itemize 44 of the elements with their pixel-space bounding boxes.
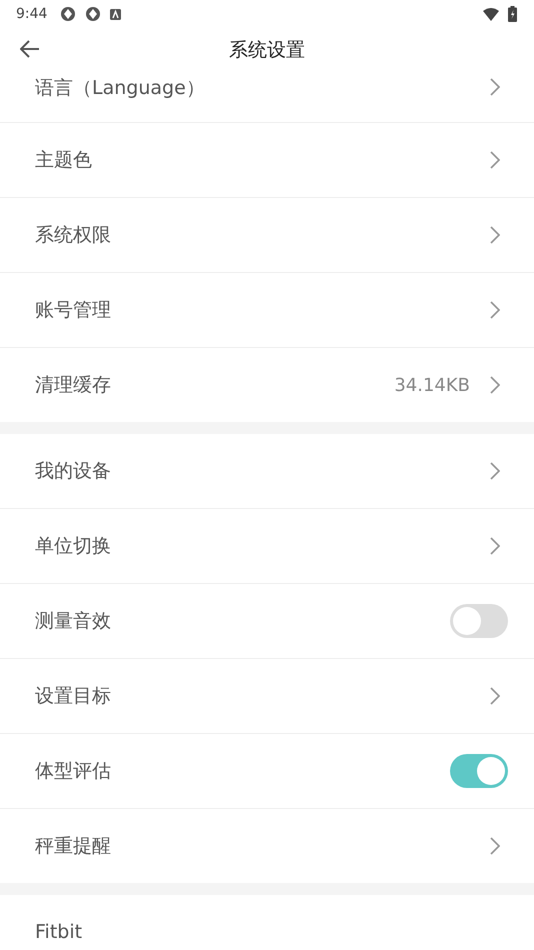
toggle-switch[interactable] (450, 604, 508, 638)
settings-row[interactable]: 测量音效 (0, 584, 534, 659)
settings-row[interactable]: Fitbit (0, 895, 534, 950)
cache-size: 34.14KB (394, 374, 470, 396)
battery-icon (508, 6, 517, 22)
chevron-icon (490, 78, 500, 96)
chevron-icon (490, 226, 500, 244)
page-title: 系统设置 (229, 38, 305, 63)
aperture-icon (85, 6, 102, 22)
settings-row[interactable]: 单位切换 (0, 509, 534, 584)
aperture-icon (60, 6, 76, 22)
notification-icon (110, 8, 122, 20)
row-label: 系统权限 (35, 223, 112, 248)
settings-row[interactable]: 体型评估 (0, 734, 534, 809)
row-label: 测量音效 (35, 609, 112, 634)
back-button[interactable] (20, 40, 40, 58)
settings-row[interactable]: 账号管理 (0, 273, 534, 348)
row-label: 主题色 (35, 148, 93, 173)
chevron-icon (490, 687, 500, 705)
chevron-icon (490, 537, 500, 555)
row-label: 体型评估 (35, 759, 112, 784)
chevron-icon (490, 301, 500, 319)
row-label: 我的设备 (35, 459, 112, 484)
row-label: 设置目标 (35, 684, 112, 709)
row-label: 清理缓存 (35, 373, 112, 398)
settings-row[interactable]: 系统权限 (0, 198, 534, 273)
settings-row[interactable]: 语言（Language） (0, 72, 534, 123)
status-time: 9:44 (16, 6, 48, 22)
settings-row[interactable]: 设置目标 (0, 659, 534, 734)
row-label: 账号管理 (35, 298, 112, 323)
settings-row[interactable]: 我的设备 (0, 434, 534, 509)
settings-row[interactable]: 清理缓存 34.14KB (0, 348, 534, 422)
chevron-icon (490, 837, 500, 855)
chevron-icon (490, 151, 500, 169)
chevron-icon (490, 462, 500, 480)
row-label: Fitbit (35, 921, 84, 943)
toggle-switch[interactable] (450, 754, 508, 788)
chevron-icon (490, 376, 500, 394)
row-label: 语言（Language） (35, 76, 206, 101)
settings-row[interactable]: 主题色 (0, 123, 534, 198)
row-label: 单位切换 (35, 534, 112, 559)
row-label: 秤重提醒 (35, 834, 112, 859)
settings-row[interactable]: 秤重提醒 (0, 809, 534, 883)
wifi-icon (483, 8, 499, 20)
